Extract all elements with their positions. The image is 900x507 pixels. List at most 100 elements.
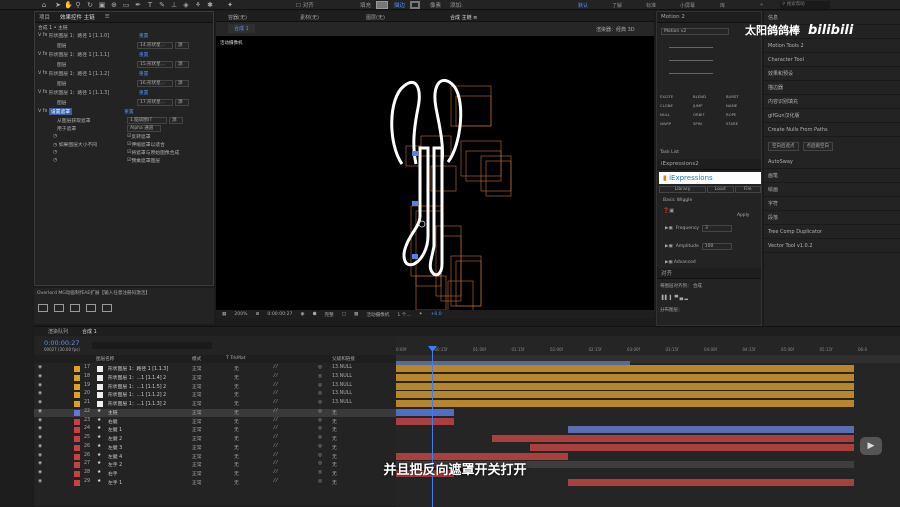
layer-duration-bar[interactable] [568, 478, 854, 486]
effect-source-select[interactable]: 源 [175, 79, 189, 87]
layer-switches-icon[interactable]: ⁄ ⁄ [274, 391, 277, 396]
layer-trkmat-select[interactable]: 无 [234, 418, 239, 425]
layer-color-label[interactable] [74, 401, 80, 407]
layer-parent-select[interactable]: 13.NULL [332, 365, 352, 370]
visibility-eye-icon[interactable]: ◉ [38, 383, 42, 388]
file-button[interactable]: File [734, 186, 761, 193]
layer-mode-select[interactable]: 正常 [192, 435, 202, 442]
layer-trkmat-select[interactable]: 无 [234, 453, 239, 460]
layer-color-label[interactable] [74, 409, 80, 416]
stopwatch-icon[interactable]: ◷ [53, 134, 127, 139]
hand-tool-icon[interactable]: ✋ [64, 1, 73, 9]
motion-version-select[interactable]: Motion v2 [661, 28, 729, 35]
right-panel-item[interactable]: gifGun汉化版 [764, 109, 900, 123]
from-layer-source-select[interactable]: 源 [169, 117, 183, 124]
right-panel-item[interactable]: AutoSway [764, 155, 900, 169]
layer-parent-select[interactable]: 无 [332, 444, 337, 451]
layer-row[interactable]: ◉ 26 ★ 左腿 4 正常 无 ⁄ ⁄ ◎ 无 [34, 453, 396, 462]
pen-tool-icon[interactable]: ✒ [134, 1, 142, 9]
overlord-layer-icon[interactable] [86, 304, 96, 312]
visibility-eye-icon[interactable]: ◉ [38, 391, 42, 396]
workspace-learn[interactable]: 了解 [612, 2, 622, 9]
amplitude-input[interactable]: 100 [701, 243, 732, 250]
layer-switches-icon[interactable]: ⁄ ⁄ [274, 470, 277, 475]
zoom-tool-icon[interactable]: ⚲ [74, 1, 82, 9]
right-panel-item[interactable]: 画笔 [764, 169, 900, 183]
layer-parent-select[interactable]: 13.NULL [332, 391, 352, 396]
grid-icon[interactable]: ▦ [222, 312, 226, 317]
motion-rope-button[interactable]: ROPE [726, 112, 759, 117]
layer-parent-select[interactable]: 无 [332, 470, 337, 477]
layer-mode-select[interactable]: 正常 [192, 479, 202, 486]
layer-name[interactable]: 形状图层 1：...1 [1.1.3] 2 [108, 400, 188, 407]
snapshot-icon[interactable]: ◉ [300, 312, 304, 317]
layer-row[interactable]: ◉ 29 ★ 左手 1 正常 无 ⁄ ⁄ ◎ 无 [34, 479, 396, 488]
layer-parent-select[interactable]: 无 [332, 479, 337, 486]
layer-name[interactable]: 左腿 2 [108, 435, 188, 442]
region-icon[interactable]: ▢ [342, 312, 346, 317]
visibility-eye-icon[interactable]: ◉ [38, 418, 42, 423]
stopwatch-icon[interactable]: ◷ [53, 158, 127, 163]
layer-trkmat-select[interactable]: 无 [234, 374, 239, 381]
help-icons[interactable]: ❓▣ [663, 208, 674, 214]
effect-source-select[interactable]: 源 [175, 98, 189, 106]
layer-trkmat-select[interactable]: 无 [234, 409, 239, 416]
brush-tool-icon[interactable]: ✎ [158, 1, 166, 9]
stamp-tool-icon[interactable]: ⊥ [170, 1, 178, 9]
workspace-small[interactable]: 小屏幕 [680, 2, 695, 9]
layer-name[interactable]: 右腿 [108, 418, 188, 425]
fx-toggle-icon[interactable]: ᐯ fx [38, 33, 49, 38]
pickwhip-icon[interactable]: ◎ [318, 444, 322, 449]
text-tool-icon[interactable]: T [146, 1, 154, 9]
visibility-eye-icon[interactable]: ◉ [38, 435, 42, 440]
layer-mode-select[interactable]: 正常 [192, 453, 202, 460]
layer-trkmat-select[interactable]: 无 [234, 479, 239, 486]
transparency-icon[interactable]: ▩ [354, 312, 358, 317]
workspace-menu-icon[interactable]: » [760, 2, 763, 8]
use-for-matte-select[interactable]: Alpha 通道 [127, 125, 161, 132]
layer-color-label[interactable] [74, 374, 80, 381]
layer-row[interactable]: ◉ 21 形状图层 1：...1 [1.1.3] 2 正常 无 ⁄ ⁄ ◎ 13… [34, 400, 396, 409]
layer-mode-select[interactable]: 正常 [192, 400, 202, 407]
align-to-select[interactable]: 合成 [693, 284, 702, 289]
right-panel-item[interactable]: Tree Comp Duplicator [764, 225, 900, 239]
layer-duration-bar[interactable] [396, 373, 854, 381]
overlord-push-icon[interactable] [38, 304, 48, 312]
timeline-timecode[interactable]: 0:00:00:27 [44, 339, 80, 347]
layer-parent-select[interactable]: 无 [332, 435, 337, 442]
layer-switches-icon[interactable]: ⁄ ⁄ [274, 453, 277, 458]
fx-toggle-icon[interactable]: ᐯ fx [38, 109, 49, 114]
visibility-eye-icon[interactable]: ◉ [38, 409, 42, 414]
layer-name[interactable]: 形状图层 1：路径 1 [1.1.3] [108, 365, 188, 372]
motion-clone-button[interactable]: CLONE [660, 103, 693, 108]
layer-trkmat-select[interactable]: 无 [234, 426, 239, 433]
layer-color-label[interactable] [74, 462, 80, 469]
layer-parent-select[interactable]: 无 [332, 461, 337, 468]
motion-name-button[interactable]: NAME [726, 103, 759, 108]
pickwhip-icon[interactable]: ◎ [318, 365, 322, 370]
visibility-eye-icon[interactable]: ◉ [38, 365, 42, 370]
pan-tool-icon[interactable]: ⊕ [110, 1, 118, 9]
exposure-icon[interactable]: ✶ [419, 312, 423, 317]
layer-name[interactable]: 左手 1 [108, 479, 188, 486]
effect-reset[interactable]: 重置 [139, 51, 149, 58]
tab-footage[interactable]: 素材(无) [300, 14, 319, 21]
view-count-select[interactable]: 1 个... [397, 312, 410, 318]
tab-effect-controls[interactable]: 效果控件 主链 [60, 13, 95, 21]
header-layer-name[interactable]: 图层名称 [96, 356, 114, 362]
layer-mode-select[interactable]: 正常 [192, 461, 202, 468]
layer-switches-icon[interactable]: ⁄ ⁄ [274, 426, 277, 431]
header-trkmat[interactable]: T TrkMat [226, 356, 246, 361]
fx-toggle-icon[interactable]: ᐯ fx [38, 90, 49, 95]
layer-name[interactable]: 左手 2 [108, 461, 188, 468]
layer-row[interactable]: ◉ 26 ★ 左腿 3 正常 无 ⁄ ⁄ ◎ 无 [34, 444, 396, 453]
color-icon[interactable]: ⬢ [312, 312, 316, 317]
layer-mode-select[interactable]: 正常 [192, 365, 202, 372]
rotate-tool-icon[interactable]: ↻ [86, 1, 94, 9]
layer-row[interactable]: ◉ 18 形状图层 1：...1 [1.1.4] 2 正常 无 ⁄ ⁄ ◎ 13… [34, 374, 396, 383]
right-panel-item[interactable]: Create Nulls From Paths [764, 123, 900, 137]
visibility-eye-icon[interactable]: ◉ [38, 400, 42, 405]
stopwatch-icon[interactable]: ◷ [53, 150, 127, 155]
fx-toggle-icon[interactable]: ᐯ fx [38, 71, 49, 76]
selection-tool-icon[interactable]: ➤ [54, 1, 62, 9]
